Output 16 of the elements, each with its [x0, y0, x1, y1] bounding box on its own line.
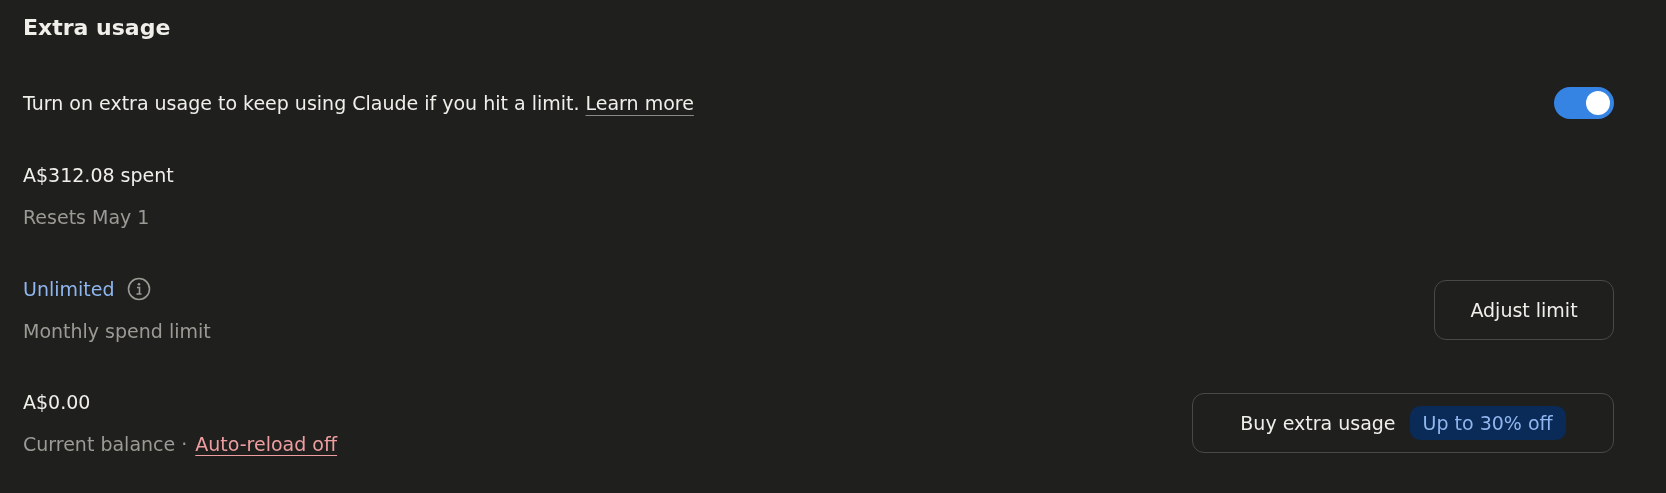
- buy-label: Buy extra usage: [1240, 412, 1396, 434]
- section-title: Extra usage: [23, 14, 172, 42]
- limit-value: Unlimited: [23, 277, 115, 302]
- learn-more-link[interactable]: Learn more: [585, 92, 694, 114]
- balance-label: Current balance ·: [23, 432, 188, 457]
- extra-usage-toggle[interactable]: [1554, 87, 1614, 119]
- description-text: Turn on extra usage to keep using Claude if you hit a limit.: [23, 92, 580, 114]
- balance-amount: A$0.00: [23, 390, 92, 415]
- limit-label: Monthly spend limit: [23, 319, 211, 344]
- adjust-limit-button[interactable]: Adjust limit: [1434, 280, 1614, 340]
- buy-extra-usage-button[interactable]: Buy extra usage Up to 30% off: [1192, 393, 1614, 453]
- reset-date: Resets May 1: [23, 205, 151, 230]
- info-icon[interactable]: [126, 277, 151, 301]
- discount-badge: Up to 30% off: [1409, 406, 1566, 440]
- spent-amount: A$312.08 spent: [23, 163, 175, 188]
- auto-reload-link[interactable]: Auto-reload off: [195, 429, 338, 459]
